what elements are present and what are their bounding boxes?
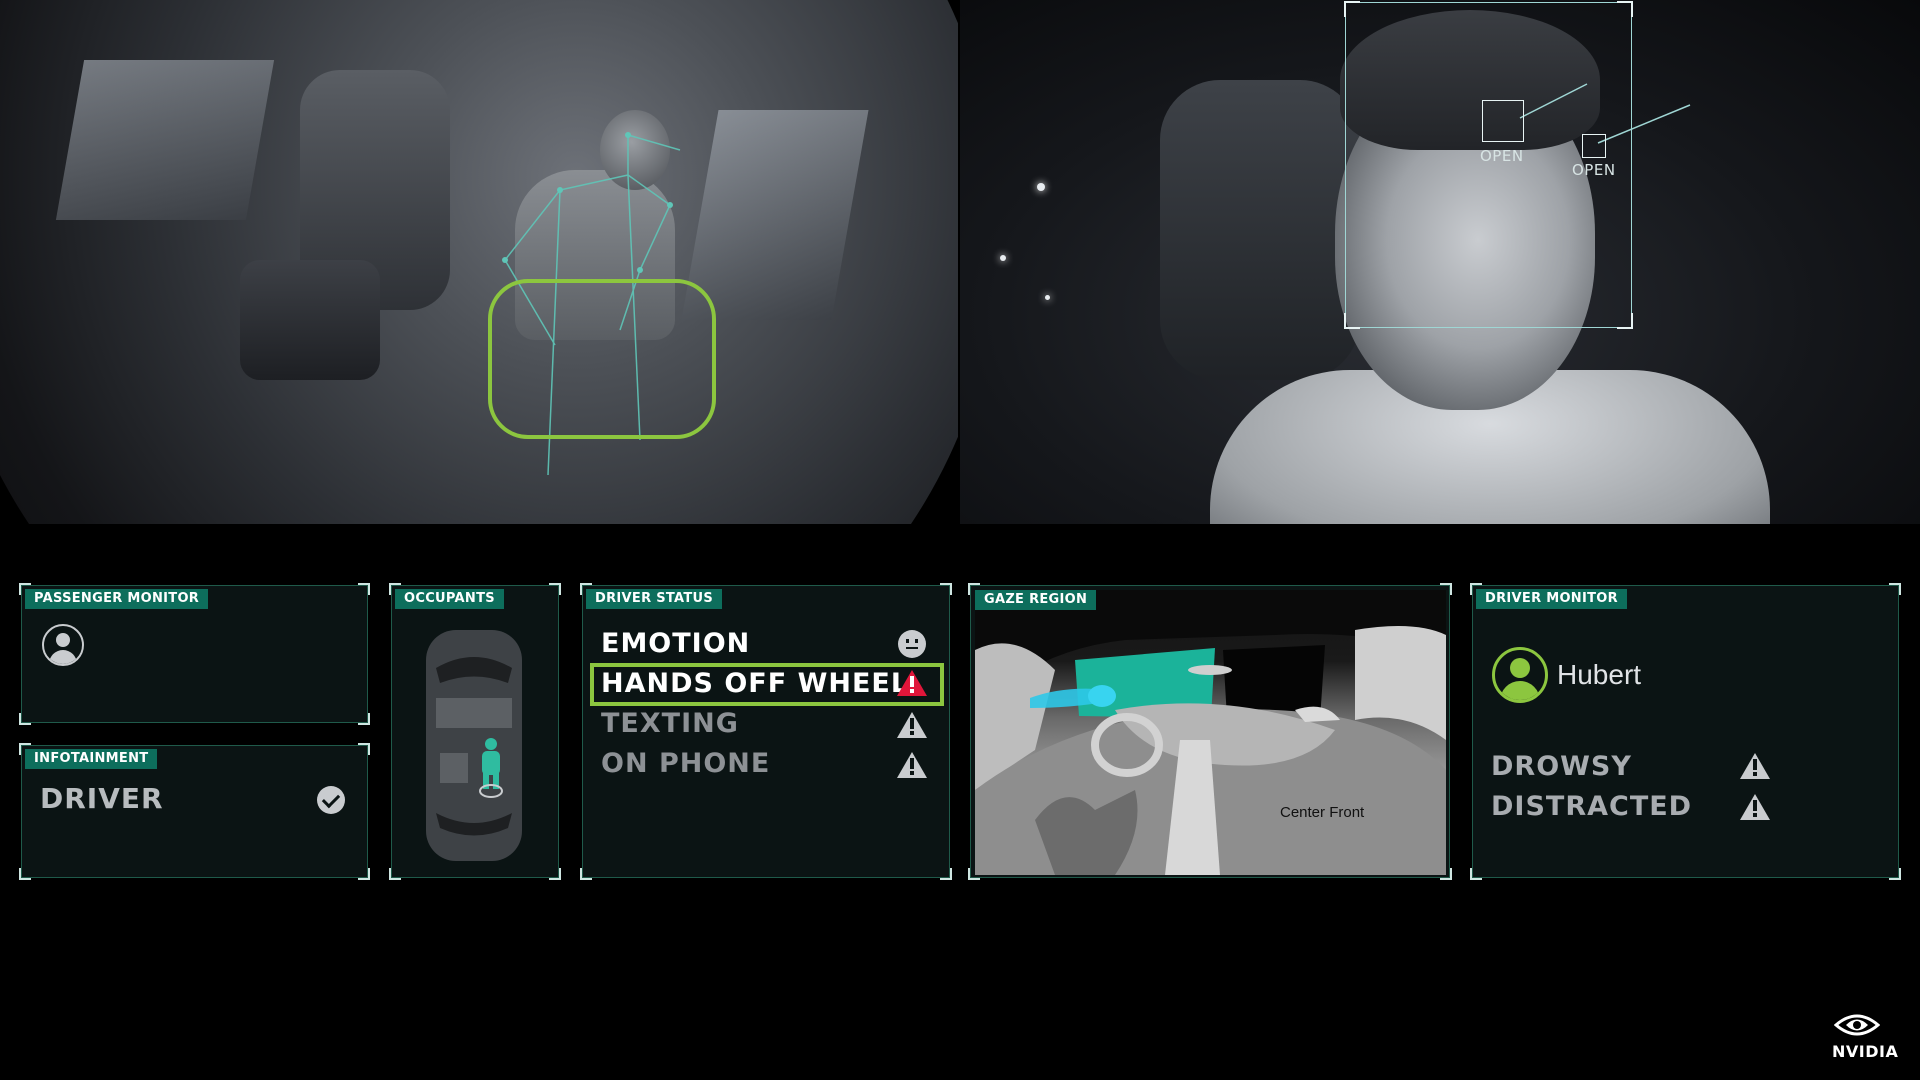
- user-outline-icon: [42, 624, 84, 666]
- panel-title: DRIVER STATUS: [586, 589, 723, 609]
- warning-icon: [897, 712, 927, 738]
- panel-title: OCCUPANTS: [395, 589, 504, 609]
- driver-status-panel: DRIVER STATUS EMOTION HANDS OFF WHEEL TE…: [580, 583, 952, 880]
- warning-icon: [897, 752, 927, 778]
- panel-title: DRIVER MONITOR: [1476, 589, 1627, 609]
- passenger-monitor-panel: PASSENGER MONITOR: [19, 583, 370, 725]
- status-emotion: EMOTION: [601, 628, 751, 659]
- nvidia-eye-icon: [1834, 1014, 1880, 1036]
- right-eye-status: OPEN: [1572, 161, 1616, 179]
- driver-name: Hubert: [1557, 659, 1642, 690]
- brand-wordmark: NVIDIA: [1832, 1042, 1899, 1061]
- car-topview-icon: [426, 630, 522, 861]
- gaze-region-label: Center Front: [1280, 804, 1365, 821]
- driver-monitor-panel: DRIVER MONITOR Hubert DROWSY DISTRACTED: [1470, 583, 1901, 880]
- state-drowsy: DROWSY: [1491, 751, 1632, 782]
- infotainment-user: DRIVER: [40, 782, 164, 815]
- panel-title: GAZE REGION: [975, 590, 1097, 610]
- gaze-vector-overlay: [1519, 83, 1691, 144]
- panel-title: INFOTAINMENT: [25, 749, 158, 769]
- infotainment-panel: INFOTAINMENT DRIVER: [19, 743, 370, 880]
- state-distracted: DISTRACTED: [1491, 791, 1693, 822]
- warning-icon: [897, 670, 927, 696]
- status-texting: TEXTING: [601, 708, 739, 739]
- check-circle-icon: [317, 786, 345, 814]
- user-profile-icon: [1492, 647, 1548, 703]
- warning-icon: [1740, 753, 1770, 779]
- neutral-face-icon: [898, 630, 926, 658]
- left-eye-box: [1482, 100, 1524, 142]
- panel-title: PASSENGER MONITOR: [25, 589, 209, 609]
- gaze-3d-render: [975, 590, 1446, 875]
- cabin-render: [975, 590, 1446, 875]
- left-eye-status: OPEN: [1480, 147, 1524, 165]
- occupants-panel: OCCUPANTS: [389, 583, 561, 880]
- right-eye-box: [1582, 134, 1606, 158]
- warning-icon: [1740, 794, 1770, 820]
- status-on-phone: ON PHONE: [601, 748, 771, 779]
- status-hands-off-wheel: HANDS OFF WHEEL: [601, 668, 910, 699]
